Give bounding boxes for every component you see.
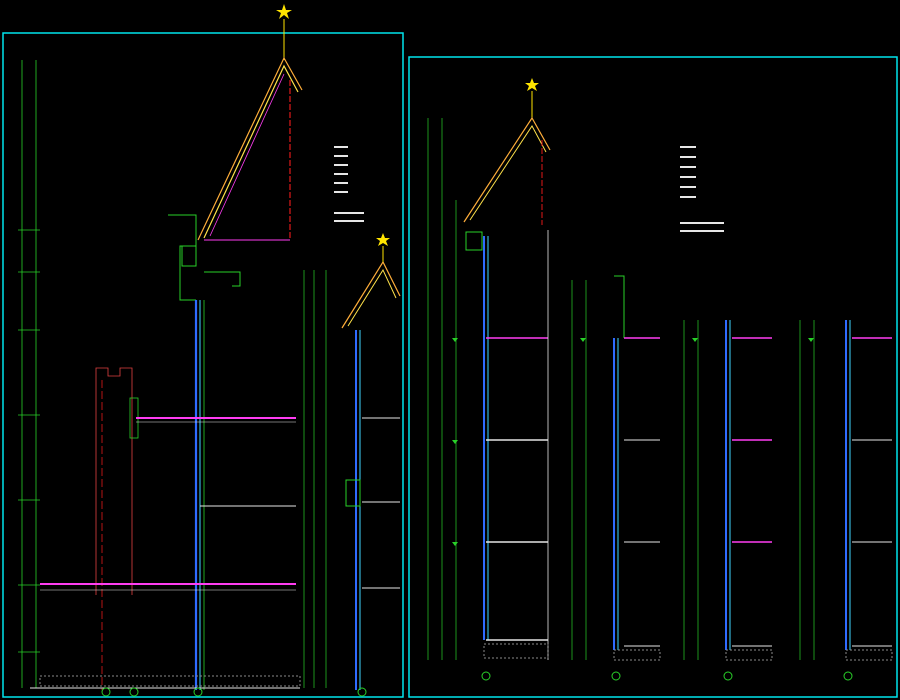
left-sheet-frame bbox=[2, 32, 404, 698]
legend-swatch-icon bbox=[334, 146, 364, 222]
left-tower bbox=[95, 367, 139, 690]
wall-section-4 bbox=[799, 320, 892, 660]
ground-hatch-icon bbox=[613, 649, 893, 661]
main-roof bbox=[197, 56, 303, 241]
spire-star-icon bbox=[276, 4, 292, 60]
axis-bubble-icon bbox=[481, 671, 853, 681]
cad-drawing bbox=[2, 4, 898, 698]
axis-bubble-icon bbox=[101, 687, 367, 697]
main-cornice bbox=[168, 214, 290, 301]
left-floor-slabs bbox=[30, 417, 300, 689]
legend-swatch-icon bbox=[680, 146, 724, 232]
ground-hatch-icon bbox=[39, 675, 301, 687]
wall-section-3 bbox=[683, 320, 772, 660]
main-facade-wall bbox=[194, 300, 205, 690]
wall-section-2 bbox=[571, 275, 660, 660]
ground-hatch-icon bbox=[483, 643, 549, 659]
level-marker-icon bbox=[452, 338, 814, 546]
left-second-roof bbox=[341, 233, 401, 329]
left-sheet-middle-dims bbox=[303, 270, 327, 688]
left-elevation-dims bbox=[18, 60, 40, 688]
right-main-slabs bbox=[486, 230, 549, 660]
right-main-dims bbox=[427, 118, 457, 660]
left-second-wall bbox=[345, 330, 400, 690]
right-sheet-frame bbox=[408, 56, 898, 698]
right-main-roof bbox=[463, 78, 551, 225]
right-main-wall bbox=[465, 231, 489, 640]
